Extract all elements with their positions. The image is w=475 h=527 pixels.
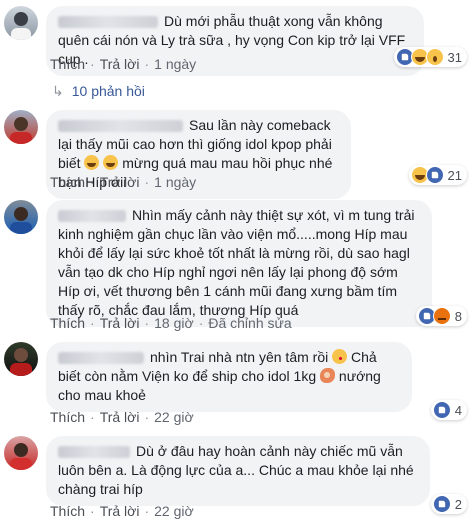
comment-actions: Thích · Trả lời · 1 ngày <box>50 56 197 72</box>
timestamp[interactable]: 1 ngày <box>154 56 196 72</box>
reaction-count: 2 <box>454 496 462 512</box>
like-icon <box>432 401 451 419</box>
like-link[interactable]: Thích <box>50 315 85 331</box>
angry-icon <box>432 307 451 325</box>
comment-actions: Thích · Trả lời · 22 giờ <box>50 503 194 519</box>
timestamp[interactable]: 22 giờ <box>154 409 194 425</box>
reaction-summary[interactable]: 4 <box>430 400 467 420</box>
view-replies-link[interactable]: ↳ 10 phản hồi <box>52 83 145 100</box>
reply-link[interactable]: Trả lời <box>100 315 140 331</box>
comment-bubble: Nhìn mấy cảnh này thiệt sự xót, vì m tun… <box>46 200 432 327</box>
comment-actions: Thích · Trả lời · 18 giờ · Đã chỉnh sửa <box>50 315 292 331</box>
reaction-summary[interactable]: 8 <box>415 306 467 326</box>
reaction-summary[interactable]: 2 <box>430 494 467 514</box>
comment-bubble: nhìn Trai nhà ntn yên tâm rồi Chả biết c… <box>46 342 412 412</box>
avatar[interactable] <box>4 436 38 470</box>
laughing-emoji-icon <box>103 155 119 170</box>
reply-link[interactable]: Trả lời <box>100 56 140 72</box>
avatar-photo <box>10 443 32 470</box>
avatar[interactable] <box>4 6 38 40</box>
reaction-count: 31 <box>447 49 462 65</box>
like-icon <box>425 166 444 184</box>
avatar[interactable] <box>4 200 38 234</box>
reply-arrow-icon: ↳ <box>52 83 64 99</box>
like-icon <box>432 495 451 513</box>
like-link[interactable]: Thích <box>50 409 85 425</box>
timestamp[interactable]: 22 giờ <box>154 503 194 519</box>
reply-link[interactable]: Trả lời <box>100 174 140 190</box>
avatar-photo <box>10 207 32 234</box>
reply-link[interactable]: Trả lời <box>100 409 140 425</box>
timestamp[interactable]: 18 giờ <box>154 315 194 331</box>
like-link[interactable]: Thích <box>50 503 85 519</box>
like-link[interactable]: Thích <box>50 174 85 190</box>
reaction-count: 8 <box>454 308 462 324</box>
avatar[interactable] <box>4 110 38 144</box>
laughing-emoji-icon <box>84 155 100 170</box>
avatar-photo <box>10 348 32 376</box>
commenter-name-blurred[interactable] <box>58 120 183 133</box>
commenter-name-blurred[interactable] <box>58 210 126 223</box>
edited-label[interactable]: Đã chỉnh sửa <box>208 315 291 331</box>
reaction-summary[interactable]: 21 <box>408 165 467 185</box>
kiss-emoji-icon <box>332 349 348 364</box>
comment-actions: Thích · Trả lời · 1 ngày <box>50 174 197 190</box>
commenter-name-blurred[interactable] <box>58 446 130 459</box>
comment-text: nhìn Trai nhà ntn yên tâm rồi <box>150 349 333 365</box>
reaction-summary[interactable]: 31 <box>393 47 467 67</box>
avatar-photo <box>11 12 31 40</box>
reaction-count: 4 <box>454 402 462 418</box>
reply-link[interactable]: Trả lời <box>100 503 140 519</box>
reaction-count: 21 <box>447 167 462 183</box>
comment-text: Nhìn mấy cảnh này thiệt sự xót, vì m tun… <box>58 207 415 318</box>
comment-bubble: Dù ở đâu hay hoàn cảnh này chiếc mũ vẫn … <box>46 436 430 506</box>
avatar[interactable] <box>4 342 38 376</box>
commenter-name-blurred[interactable] <box>58 352 144 365</box>
meat-emoji-icon <box>320 368 336 383</box>
replies-count: 10 phản hồi <box>71 83 145 99</box>
comment-actions: Thích · Trả lời · 22 giờ <box>50 409 194 425</box>
avatar-photo <box>10 117 32 144</box>
commenter-name-blurred[interactable] <box>58 16 158 29</box>
like-link[interactable]: Thích <box>50 56 85 72</box>
wow-icon <box>425 48 444 66</box>
timestamp[interactable]: 1 ngày <box>154 174 196 190</box>
